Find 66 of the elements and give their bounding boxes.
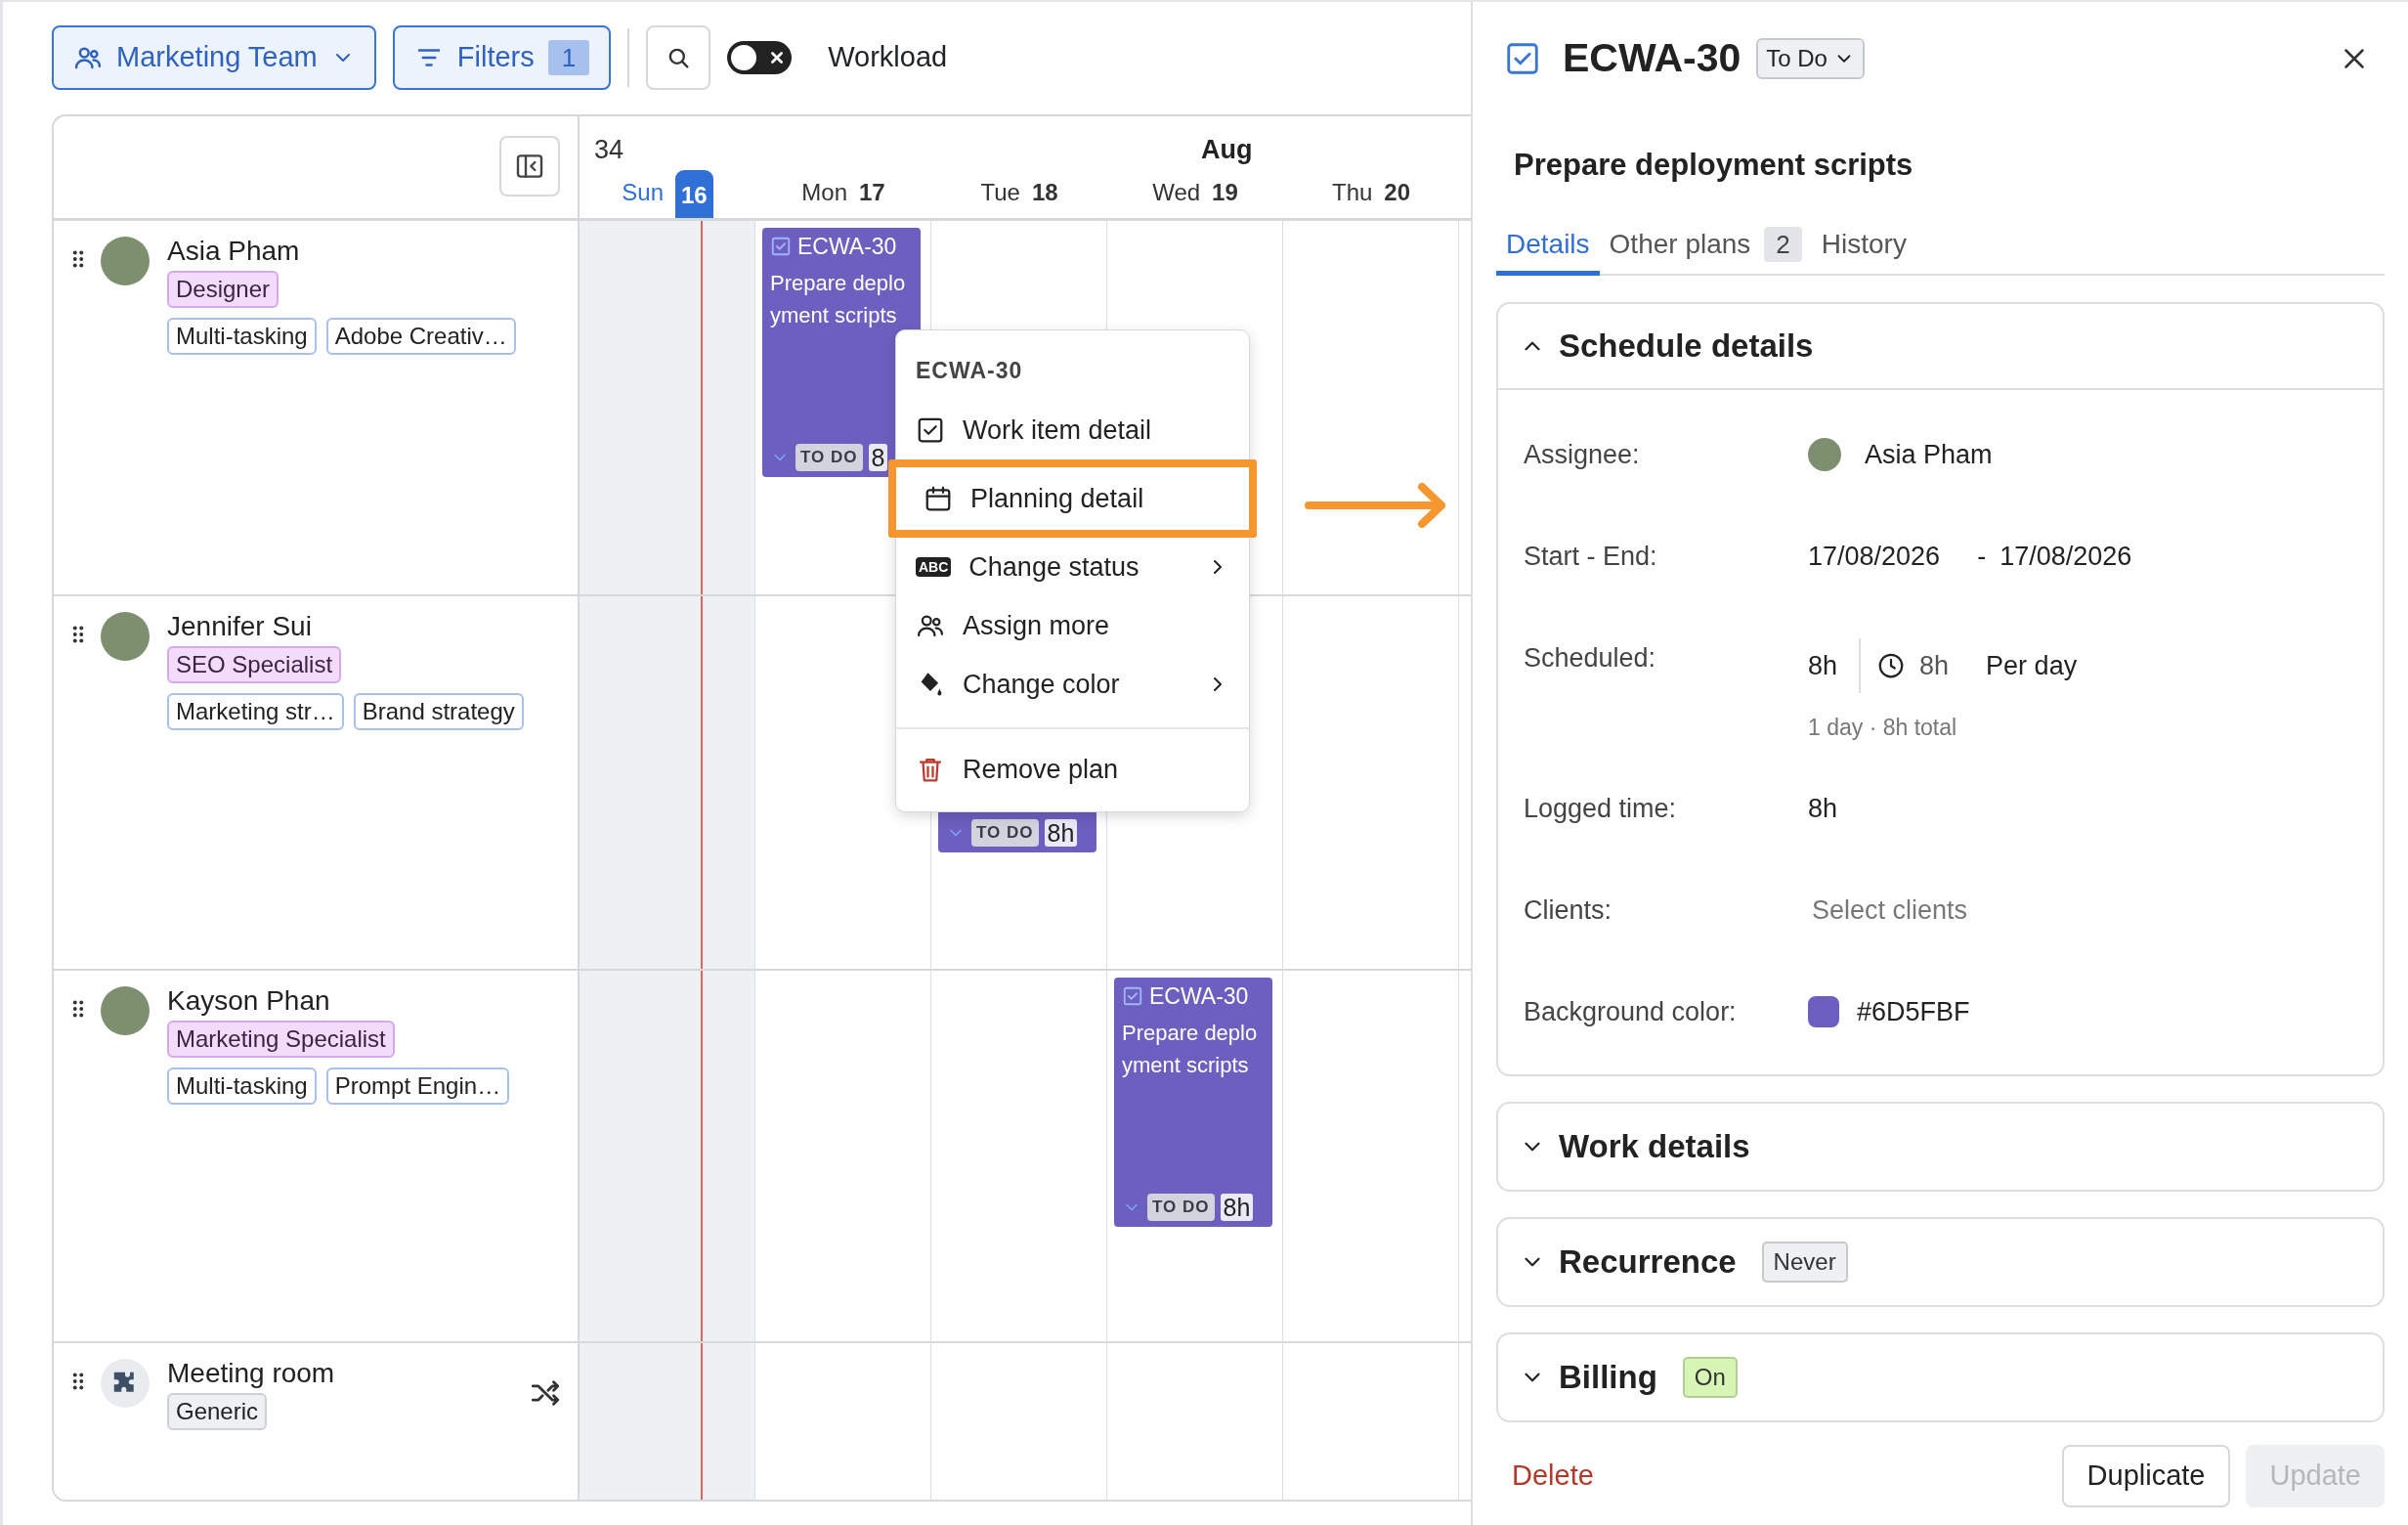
role-tag: Marketing Specialist <box>167 1021 395 1058</box>
menu-item-label: Change status <box>968 550 1140 584</box>
role-tag: Designer <box>167 271 280 308</box>
skill-tag: Multi-tasking <box>167 318 317 355</box>
menu-item-label: Planning detail <box>970 482 1144 515</box>
logged-time-value: 8h <box>1808 792 1838 825</box>
weekday-label: Thu <box>1331 178 1373 207</box>
menu-item-label: Assign more <box>963 609 1110 642</box>
date-label: 18 <box>1031 178 1058 207</box>
menu-item-label: Remove plan <box>963 753 1119 786</box>
field-label: Clients: <box>1524 893 1613 927</box>
date-label: 19 <box>1212 178 1238 207</box>
schedule-summary: 1 day · 8h total <box>1808 714 1958 742</box>
status-badge: Never <box>1761 1242 1848 1283</box>
workload-label: Workload <box>828 40 948 75</box>
resource-name: Asia Pham <box>167 235 301 268</box>
month-label: Aug <box>1200 134 1254 166</box>
section-title: Billing <box>1559 1358 1657 1398</box>
status-badge: TO DO <box>971 819 1039 847</box>
hours-badge: 8h <box>1044 819 1078 847</box>
menu-item-label: Work item detail <box>963 414 1152 447</box>
abc-icon: ABC <box>916 557 952 577</box>
resource-name: Meeting room <box>167 1357 336 1390</box>
weekday-label: Mon <box>801 178 847 207</box>
week-number: 34 <box>593 134 625 166</box>
hours-badge: 8h <box>1220 1194 1254 1221</box>
skill-tag: Adobe Creativ… <box>325 318 516 355</box>
range-separator: - <box>1977 540 1987 573</box>
plan-id: ECWA-30 <box>1149 982 1249 1011</box>
section-title: Recurrence <box>1559 1242 1737 1283</box>
assignee-name: Asia Pham <box>1865 438 1993 471</box>
skill-tag: Multi-tasking <box>167 1068 317 1105</box>
date-label: 17 <box>859 178 885 207</box>
duration-value: 8h <box>1919 649 1950 682</box>
skill-tag: Prompt Engin… <box>325 1068 510 1105</box>
hours-badge: 8 <box>868 444 888 471</box>
role-tag: Generic <box>167 1393 268 1430</box>
plan-title: Prepare deployment scripts <box>1122 1020 1259 1079</box>
resource-name: Jennifer Sui <box>167 610 313 643</box>
color-value: #6D5FBF <box>1857 995 1970 1028</box>
item-id: ECWA-30 <box>1563 34 1742 83</box>
weekday-label: Sun <box>622 178 664 207</box>
today-date-badge: 16 <box>675 170 713 218</box>
date-label: 20 <box>1384 178 1411 207</box>
role-tag: SEO Specialist <box>167 646 342 683</box>
status-badge: On <box>1682 1357 1738 1398</box>
weekday-label: Wed <box>1152 178 1201 207</box>
plan-title: Prepare deployment scripts <box>770 270 907 329</box>
tab-count: 2 <box>1764 227 1802 262</box>
field-label: Logged time: <box>1524 792 1678 825</box>
resource-name: Kayson Phan <box>167 984 331 1018</box>
filter-count: 1 <box>547 40 590 75</box>
field-label: Background color: <box>1524 995 1738 1028</box>
field-label: Scheduled: <box>1524 642 1657 675</box>
skill-tag: Brand strategy <box>353 693 524 730</box>
status-badge: TO DO <box>796 444 863 471</box>
status-badge: TO DO <box>1147 1194 1215 1221</box>
plan-id: ECWA-30 <box>797 233 897 261</box>
item-title: Prepare deployment scripts <box>1514 147 1914 184</box>
section-title: Work details <box>1559 1127 1750 1167</box>
section-title: Schedule details <box>1559 327 1814 367</box>
weekday-label: Tue <box>980 178 1020 207</box>
field-label: Assignee: <box>1524 438 1641 471</box>
field-label: Start - End: <box>1524 540 1658 573</box>
skill-tag: Marketing str… <box>167 693 344 730</box>
menu-item-label: Change color <box>963 668 1120 701</box>
